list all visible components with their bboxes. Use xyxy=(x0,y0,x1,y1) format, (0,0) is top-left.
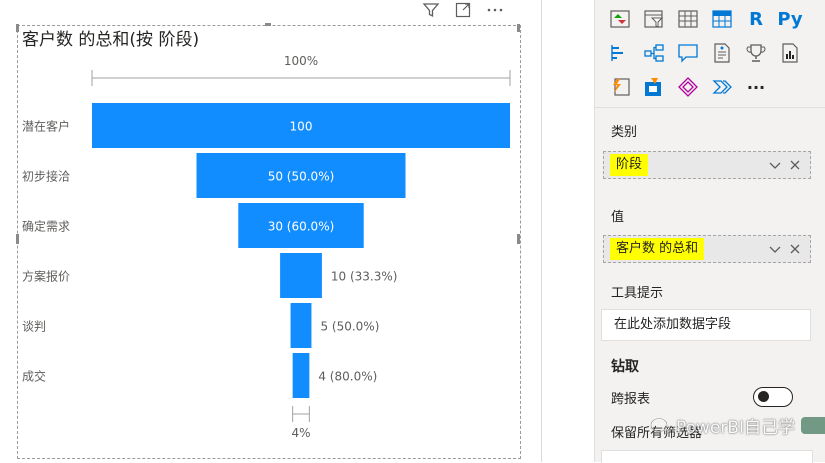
close-icon[interactable] xyxy=(788,158,802,172)
visual-type-row: R Py xyxy=(603,2,813,36)
value-section-label: 值 xyxy=(611,210,625,225)
data-label: 5 (50.0%) xyxy=(320,320,379,334)
bottom-percent-label: 4% xyxy=(291,426,310,440)
category-field-well[interactable]: 阶段 xyxy=(603,151,811,179)
visual-type-row: ··· xyxy=(603,70,813,104)
power-automate-icon[interactable] xyxy=(637,72,671,102)
slicer-icon[interactable] xyxy=(637,4,671,34)
chevron-down-icon[interactable] xyxy=(768,158,782,172)
diamond-visual-icon[interactable] xyxy=(671,72,705,102)
r-visual-label: R xyxy=(749,8,763,30)
paginated-report-icon[interactable] xyxy=(773,38,807,68)
visualizations-pane: R Py ··· 类别 阶段 值 客户数 的总和 工具提示 在此处添加数据字段 … xyxy=(594,0,825,463)
python-visual-label: Py xyxy=(777,8,803,30)
value-field-pill[interactable]: 客户数 的总和 xyxy=(610,238,705,260)
watermark: PowerBI自己学 xyxy=(650,413,825,438)
chevron-visual-icon[interactable] xyxy=(705,72,739,102)
category-field-pill[interactable]: 阶段 xyxy=(610,154,649,176)
cross-report-label: 跨报表 xyxy=(611,392,651,407)
funnel-bar xyxy=(290,303,312,348)
visual-type-row xyxy=(603,36,813,70)
close-icon[interactable] xyxy=(788,242,802,256)
chevron-down-icon[interactable] xyxy=(768,242,782,256)
wechat-icon xyxy=(650,417,668,432)
category-label: 谈判 xyxy=(22,320,46,334)
matrix-icon[interactable] xyxy=(705,4,739,34)
kpi-icon[interactable] xyxy=(603,4,637,34)
data-label: 10 (33.3%) xyxy=(331,270,398,284)
report-canvas: 客户数 的总和(按 阶段) 100% 潜在客户 100 初步接洽 50 (50.0%) 确… xyxy=(0,0,540,462)
category-label: 确定需求 xyxy=(22,219,70,234)
visual-type-gallery: R Py ··· xyxy=(603,2,813,104)
data-label: 100 xyxy=(290,120,313,134)
decomposition-tree-icon[interactable] xyxy=(637,38,671,68)
funnel-bar xyxy=(280,253,322,298)
category-section-label: 类别 xyxy=(611,125,638,140)
tooltip-section-label: 工具提示 xyxy=(611,286,664,301)
category-label: 成交 xyxy=(22,369,46,384)
funnel-chart: 100% 潜在客户 100 初步接洽 50 (50.0%) 确定需求 30 (60.0%) 方… xyxy=(22,54,511,440)
power-apps-icon[interactable] xyxy=(603,72,637,102)
top-percent-label: 100% xyxy=(284,54,318,68)
chat-bubble-icon xyxy=(801,416,825,434)
category-label: 方案报价 xyxy=(22,269,70,284)
category-label: 初步接洽 xyxy=(22,169,70,184)
drill-through-field-well[interactable] xyxy=(601,450,813,463)
python-visual-icon[interactable]: Py xyxy=(773,4,807,34)
watermark-text: PowerBI自己学 xyxy=(676,418,796,438)
drill-through-heading: 钻取 xyxy=(611,359,639,375)
metric-trophy-icon[interactable] xyxy=(739,38,773,68)
value-field-well[interactable]: 客户数 的总和 xyxy=(603,235,811,263)
more-visuals-label: ··· xyxy=(746,77,766,97)
pane-separator xyxy=(595,107,825,108)
canvas-gap xyxy=(542,0,594,462)
table-icon[interactable] xyxy=(671,4,705,34)
category-label: 潜在客户 xyxy=(22,119,70,134)
toggle-knob xyxy=(758,391,769,402)
cross-report-toggle[interactable] xyxy=(753,387,793,407)
data-label: 30 (60.0%) xyxy=(268,220,335,234)
data-label: 4 (80.0%) xyxy=(318,370,377,384)
funnel-bar xyxy=(292,353,310,398)
smart-narrative-icon[interactable] xyxy=(705,38,739,68)
data-label: 50 (50.0%) xyxy=(268,170,335,184)
tooltip-field-well[interactable]: 在此处添加数据字段 xyxy=(601,309,811,341)
more-visuals-icon[interactable]: ··· xyxy=(739,72,773,102)
qa-icon[interactable] xyxy=(671,38,705,68)
r-visual-icon[interactable]: R xyxy=(739,4,773,34)
key-influencers-icon[interactable] xyxy=(603,38,637,68)
